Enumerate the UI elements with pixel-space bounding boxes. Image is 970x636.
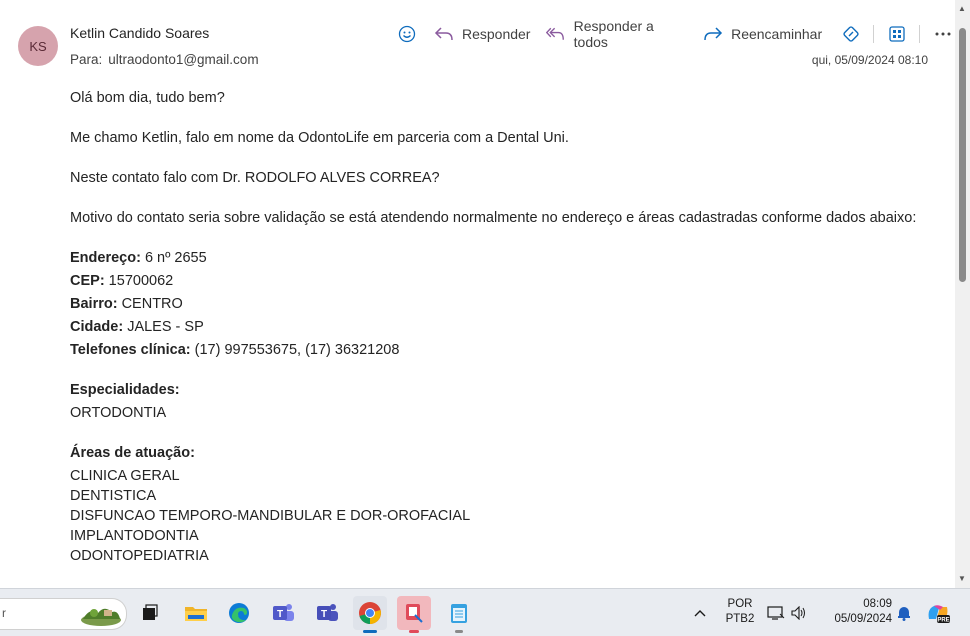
email-reading-pane: KS Ketlin Candido Soares Para: ultraodont… bbox=[0, 0, 955, 588]
greeting-text: Olá bom dia, tudo bem? bbox=[70, 90, 225, 106]
list-item: ODONTOPEDIATRIA bbox=[70, 548, 209, 564]
scroll-down-icon[interactable]: ▼ bbox=[958, 574, 966, 583]
vertical-scrollbar[interactable]: ▲ ▼ bbox=[955, 0, 970, 588]
svg-text:PRE: PRE bbox=[937, 618, 949, 624]
apps-grid-icon[interactable] bbox=[884, 21, 909, 47]
chrome-icon[interactable] bbox=[353, 596, 387, 633]
taskbar-search[interactable]: r bbox=[0, 598, 127, 630]
clock[interactable]: 08:09 05/09/2024 bbox=[822, 597, 892, 627]
specialties-heading: Especialidades: bbox=[70, 382, 180, 398]
reply-all-button[interactable]: Responder a todos bbox=[546, 18, 687, 50]
scroll-up-icon[interactable]: ▲ bbox=[958, 4, 966, 13]
forward-icon bbox=[704, 27, 723, 41]
areas-list: CLINICA GERAL DENTISTICA DISFUNCAO TEMPO… bbox=[70, 466, 930, 566]
phones-row: Telefones clínica: (17) 997553675, (17) … bbox=[70, 342, 400, 358]
specialties-list: ORTODONTIA bbox=[70, 403, 930, 423]
language-indicator[interactable]: POR PTB2 bbox=[722, 597, 758, 627]
windows-taskbar: r T T POR PTB2 08:09 05/09/2024 PRE bbox=[0, 588, 970, 636]
intro-text: Me chamo Ketlin, falo em nome da OdontoL… bbox=[70, 130, 569, 146]
svg-text:T: T bbox=[277, 609, 283, 620]
question-text: Neste contato falo com Dr. RODOLFO ALVES… bbox=[70, 170, 440, 186]
search-text: r bbox=[2, 606, 6, 620]
sender-avatar[interactable]: KS bbox=[18, 26, 58, 66]
reply-label: Responder bbox=[461, 26, 531, 42]
svg-text:T: T bbox=[321, 609, 327, 620]
list-item: DENTISTICA bbox=[70, 488, 157, 504]
recipient-address[interactable]: ultraodonto1@gmail.com bbox=[108, 52, 258, 67]
copilot-icon[interactable]: PRE bbox=[922, 596, 954, 630]
address-block: Endereço: 6 nº 2655 CEP: 15700062 Bairro… bbox=[70, 248, 930, 360]
action-divider bbox=[919, 25, 921, 43]
list-item: CLINICA GERAL bbox=[70, 468, 180, 484]
forward-button[interactable]: Reencaminhar bbox=[703, 26, 822, 42]
list-item: IMPLANTODONTIA bbox=[70, 528, 199, 544]
network-icon[interactable] bbox=[764, 596, 788, 630]
snipping-tool-icon[interactable] bbox=[397, 596, 431, 633]
reply-all-icon bbox=[546, 27, 565, 40]
loop-icon[interactable] bbox=[838, 21, 863, 47]
message-actions: Responder Responder a todos Reencaminhar bbox=[395, 18, 955, 50]
cidade-row: Cidade: JALES - SP bbox=[70, 319, 204, 335]
bairro-row: Bairro: CENTRO bbox=[70, 296, 183, 312]
search-highlight-icon bbox=[81, 608, 121, 626]
reply-button[interactable]: Responder bbox=[434, 26, 531, 42]
notepad-icon[interactable] bbox=[442, 596, 476, 633]
cep-row: CEP: 15700062 bbox=[70, 273, 174, 289]
notification-bell-icon[interactable] bbox=[894, 596, 914, 630]
reply-all-label: Responder a todos bbox=[573, 18, 654, 50]
more-actions-icon[interactable] bbox=[930, 21, 955, 47]
forward-label: Reencaminhar bbox=[731, 26, 823, 42]
list-item: DISFUNCAO TEMPORO-MANDIBULAR E DOR-OROFA… bbox=[70, 508, 471, 524]
volume-icon[interactable] bbox=[788, 596, 810, 630]
teams-classic-icon[interactable]: T bbox=[310, 596, 344, 630]
address-row: Endereço: 6 nº 2655 bbox=[70, 250, 207, 266]
action-divider bbox=[873, 25, 875, 43]
edge-browser-icon[interactable] bbox=[222, 596, 256, 630]
task-view-icon[interactable] bbox=[133, 596, 167, 630]
emoji-reaction-icon[interactable] bbox=[395, 21, 420, 47]
email-date: qui, 05/09/2024 08:10 bbox=[811, 53, 928, 67]
teams-icon[interactable]: T bbox=[266, 596, 300, 630]
reply-icon bbox=[434, 27, 453, 41]
to-label: Para: bbox=[70, 52, 103, 67]
email-body: Olá bom dia, tudo bem? Me chamo Ketlin, … bbox=[70, 88, 930, 566]
list-item: ORTODONTIA bbox=[70, 405, 167, 421]
file-explorer-icon[interactable] bbox=[179, 596, 213, 630]
areas-heading: Áreas de atuação: bbox=[70, 445, 195, 461]
chevron-up-icon[interactable] bbox=[688, 596, 712, 630]
recipient-line: Para: ultraodonto1@gmail.com bbox=[70, 52, 259, 67]
motive-text: Motivo do contato seria sobre validação … bbox=[70, 210, 917, 226]
scrollbar-thumb[interactable] bbox=[959, 28, 966, 282]
sender-name[interactable]: Ketlin Candido Soares bbox=[70, 25, 209, 41]
